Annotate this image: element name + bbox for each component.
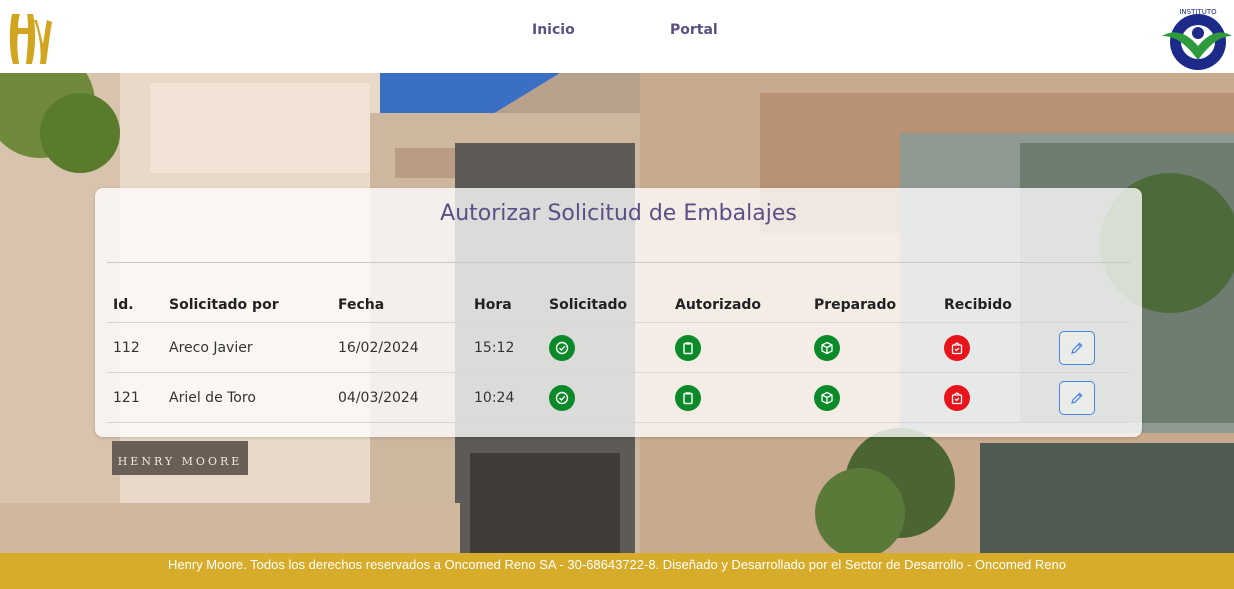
page-title: Autorizar Solicitud de Embalajes bbox=[440, 201, 797, 226]
building-sign: HENRY MOORE bbox=[118, 455, 243, 468]
cell-solicitado-por: Ariel de Toro bbox=[163, 372, 332, 423]
column-header-id: Id. bbox=[107, 284, 163, 323]
authorization-card: Autorizar Solicitud de Embalajes Id. Sol… bbox=[95, 188, 1142, 437]
column-header-fecha: Fecha bbox=[332, 284, 468, 323]
check-circle-icon bbox=[549, 384, 575, 411]
column-header-solicitado: Solicitado bbox=[543, 284, 669, 323]
pencil-icon bbox=[1071, 341, 1083, 354]
table-header-row: Id. Solicitado por Fecha Hora Solicitado… bbox=[107, 284, 1130, 323]
box-icon bbox=[814, 334, 840, 361]
cell-fecha: 16/02/2024 bbox=[332, 322, 468, 373]
top-navbar: Inicio Portal INSTITUTO bbox=[0, 0, 1234, 73]
requests-table: Id. Solicitado por Fecha Hora Solicitado… bbox=[107, 284, 1130, 423]
bag-check-icon bbox=[944, 384, 970, 411]
edit-button[interactable] bbox=[1059, 380, 1095, 415]
table-row: 121 Ariel de Toro 04/03/2024 10:24 bbox=[107, 372, 1130, 423]
instituto-logo[interactable]: INSTITUTO bbox=[1158, 6, 1234, 70]
column-header-recibido: Recibido bbox=[938, 284, 1053, 323]
cell-hora: 10:24 bbox=[468, 372, 543, 423]
nav-link-portal[interactable]: Portal bbox=[670, 22, 718, 38]
cell-id: 121 bbox=[107, 372, 163, 423]
title-divider bbox=[107, 262, 1130, 263]
footer: Henry Moore. Todos los derechos reservad… bbox=[0, 553, 1234, 589]
edit-button[interactable] bbox=[1059, 330, 1095, 365]
cell-id: 112 bbox=[107, 322, 163, 373]
henry-moore-logo[interactable] bbox=[6, 10, 54, 68]
box-icon bbox=[814, 384, 840, 411]
clipboard-icon bbox=[675, 384, 701, 411]
cell-fecha: 04/03/2024 bbox=[332, 372, 468, 423]
check-circle-icon bbox=[549, 334, 575, 361]
column-header-hora: Hora bbox=[468, 284, 543, 323]
nav-link-inicio[interactable]: Inicio bbox=[532, 22, 575, 38]
cell-hora: 15:12 bbox=[468, 322, 543, 373]
cell-solicitado-por: Areco Javier bbox=[163, 322, 332, 373]
column-header-actions bbox=[1053, 284, 1130, 323]
pencil-icon bbox=[1071, 391, 1083, 404]
bag-check-icon bbox=[944, 334, 970, 361]
column-header-preparado: Preparado bbox=[808, 284, 938, 323]
instituto-logo-text: INSTITUTO bbox=[1179, 8, 1217, 16]
clipboard-icon bbox=[675, 334, 701, 361]
footer-text: Henry Moore. Todos los derechos reservad… bbox=[168, 557, 1066, 572]
table-row: 112 Areco Javier 16/02/2024 15:12 bbox=[107, 322, 1130, 373]
column-header-autorizado: Autorizado bbox=[669, 284, 808, 323]
column-header-solicitado-por: Solicitado por bbox=[163, 284, 332, 323]
